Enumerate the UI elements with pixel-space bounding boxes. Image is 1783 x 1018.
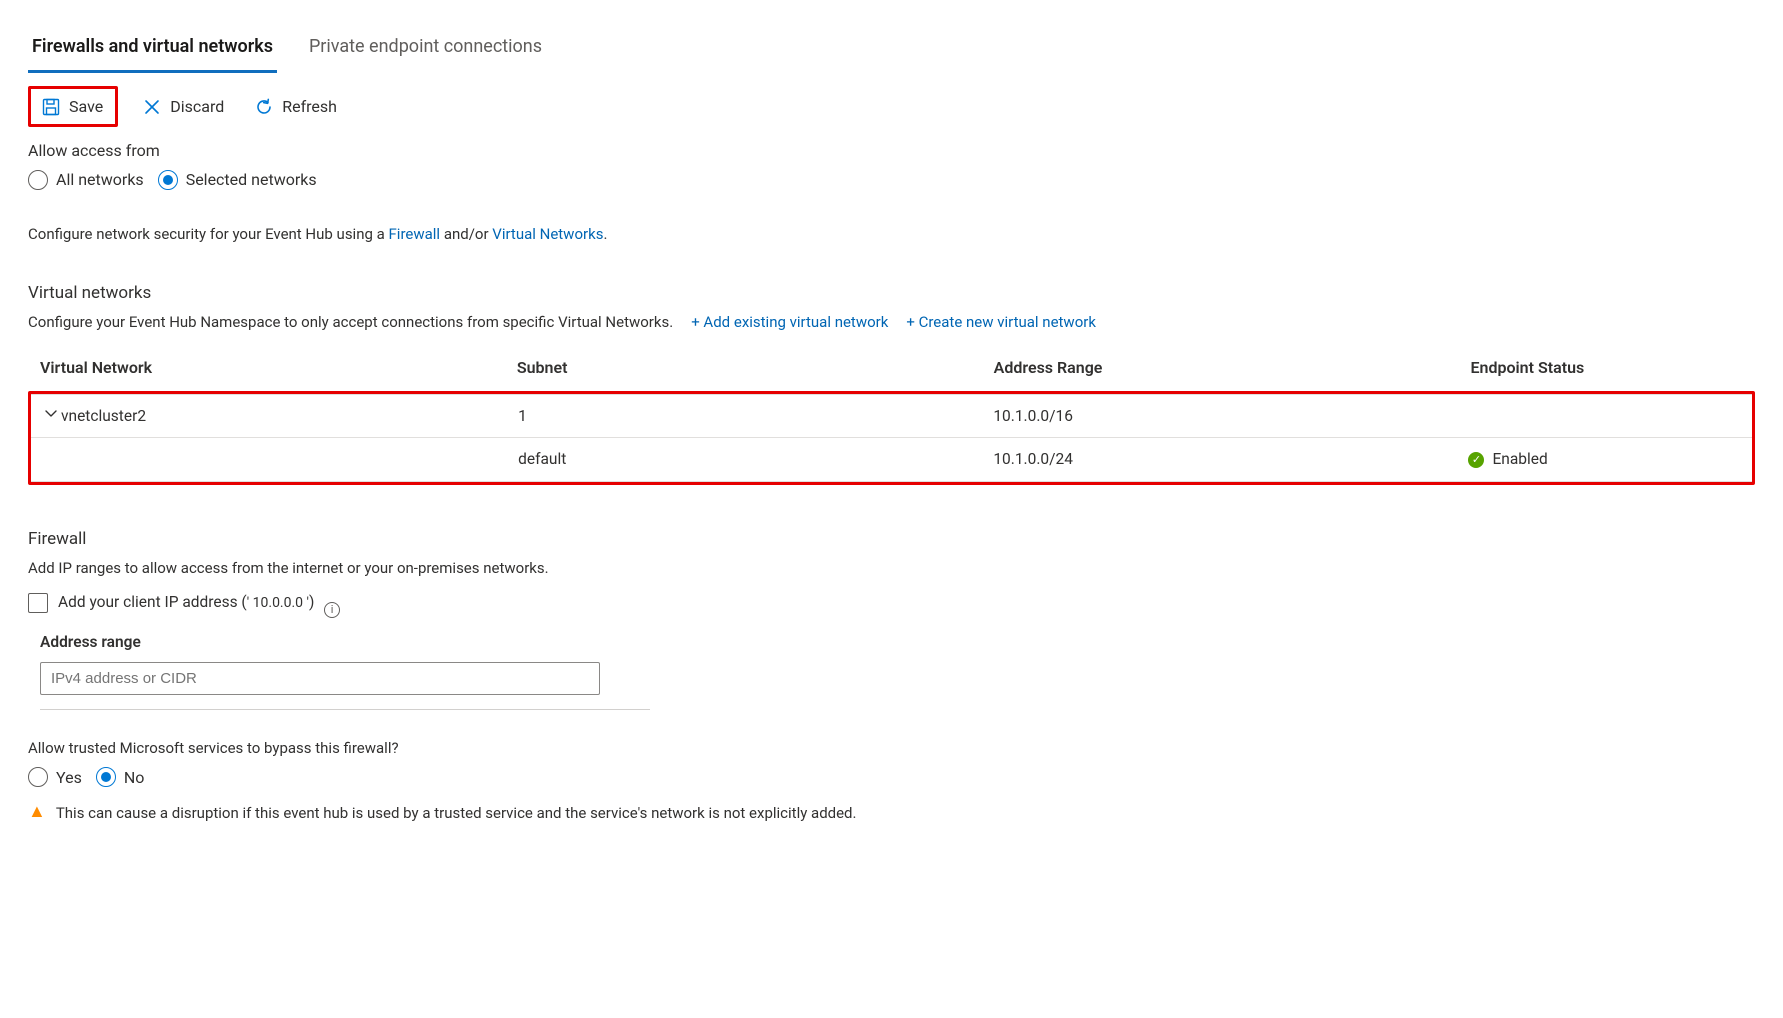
radio-selected-networks[interactable]: Selected networks — [158, 168, 317, 191]
save-highlight: Save — [28, 86, 118, 127]
radio-unchecked-icon — [28, 170, 48, 190]
allow-access-label: Allow access from — [28, 139, 1755, 162]
add-client-ip-label: Add your client IP address (' 10.0.0.0 '… — [58, 591, 314, 613]
address-range-header: Address range — [40, 631, 640, 653]
radio-selected-label: Selected networks — [186, 168, 317, 191]
vnet-subnet-count: 1 — [518, 405, 993, 427]
radio-checked-icon — [158, 170, 178, 190]
vnets-desc: Configure your Event Hub Namespace to on… — [28, 312, 673, 334]
info-icon[interactable]: i — [324, 602, 340, 618]
virtual-networks-link[interactable]: Virtual Networks — [492, 225, 603, 243]
allow-access-radios: All networks Selected networks — [28, 168, 1755, 191]
radio-checked-icon — [96, 767, 116, 787]
add-client-ip-checkbox[interactable]: Add your client IP address (' 10.0.0.0 '… — [28, 591, 314, 613]
firewall-link[interactable]: Firewall — [389, 225, 441, 243]
vnet-expand-toggle[interactable]: vnetcluster2 — [43, 405, 518, 427]
radio-unchecked-icon — [28, 767, 48, 787]
save-label: Save — [69, 95, 103, 118]
refresh-label: Refresh — [282, 95, 337, 118]
col-subnet: Subnet — [517, 356, 994, 379]
bypass-radios: Yes No — [28, 766, 1755, 789]
bypass-question: Allow trusted Microsoft services to bypa… — [28, 738, 1755, 760]
discard-button[interactable]: Discard — [136, 89, 230, 124]
intro-post: . — [603, 225, 607, 243]
vnet-table: Virtual Network Subnet Address Range End… — [28, 346, 1755, 485]
add-existing-vnet-link[interactable]: + Add existing virtual network — [691, 312, 888, 334]
discard-label: Discard — [170, 95, 224, 118]
radio-bypass-no[interactable]: No — [96, 766, 145, 789]
firewall-title: Firewall — [28, 527, 1755, 552]
bypass-warning-text: This can cause a disruption if this even… — [56, 803, 857, 825]
radio-bypass-yes[interactable]: Yes — [28, 766, 82, 789]
radio-all-networks[interactable]: All networks — [28, 168, 144, 191]
endpoint-status: ✓ Enabled — [1468, 448, 1740, 470]
close-icon — [142, 97, 162, 117]
refresh-button[interactable]: Refresh — [248, 89, 343, 124]
vnet-table-header: Virtual Network Subnet Address Range End… — [28, 346, 1755, 389]
chevron-down-icon — [43, 405, 59, 427]
radio-all-label: All networks — [56, 168, 144, 191]
intro-mid: and/or — [444, 225, 492, 243]
vnets-title: Virtual networks — [28, 281, 1755, 306]
checkbox-unchecked-icon — [28, 593, 48, 613]
col-address-range: Address Range — [994, 356, 1471, 379]
vnet-rows-highlight: vnetcluster2 1 10.1.0.0/16 default 10.1.… — [28, 391, 1755, 485]
refresh-icon — [254, 97, 274, 117]
command-bar: Save Discard Refresh — [28, 86, 1755, 127]
col-endpoint-status: Endpoint Status — [1470, 356, 1742, 379]
subnet-address-range: 10.1.0.0/24 — [993, 448, 1468, 470]
check-icon: ✓ — [1468, 452, 1484, 468]
tab-private-endpoint[interactable]: Private endpoint connections — [305, 24, 546, 73]
table-row: vnetcluster2 1 10.1.0.0/16 — [31, 394, 1752, 437]
firewall-desc: Add IP ranges to allow access from the i… — [28, 558, 1755, 580]
vnets-config-row: Configure your Event Hub Namespace to on… — [28, 312, 1755, 334]
radio-yes-label: Yes — [56, 766, 82, 789]
vnet-address-range: 10.1.0.0/16 — [993, 405, 1468, 427]
intro-pre: Configure network security for your Even… — [28, 225, 389, 243]
subnet-name: default — [518, 448, 993, 470]
col-virtual-network: Virtual Network — [40, 356, 517, 379]
table-row: default 10.1.0.0/24 ✓ Enabled — [31, 437, 1752, 481]
address-range-input[interactable] — [40, 662, 600, 695]
tab-bar: Firewalls and virtual networks Private e… — [28, 24, 1755, 74]
save-button[interactable]: Save — [35, 89, 109, 124]
vnet-name: vnetcluster2 — [61, 405, 146, 427]
address-range-block: Address range — [40, 631, 640, 709]
radio-no-label: No — [124, 766, 145, 789]
tab-firewalls-vnets[interactable]: Firewalls and virtual networks — [28, 24, 277, 73]
create-new-vnet-link[interactable]: + Create new virtual network — [906, 312, 1096, 334]
bypass-warning: ▲ This can cause a disruption if this ev… — [28, 803, 1755, 825]
warning-icon: ▲ — [28, 803, 46, 821]
endpoint-status-text: Enabled — [1492, 448, 1547, 470]
save-icon — [41, 97, 61, 117]
intro-sentence: Configure network security for your Even… — [28, 224, 1755, 246]
